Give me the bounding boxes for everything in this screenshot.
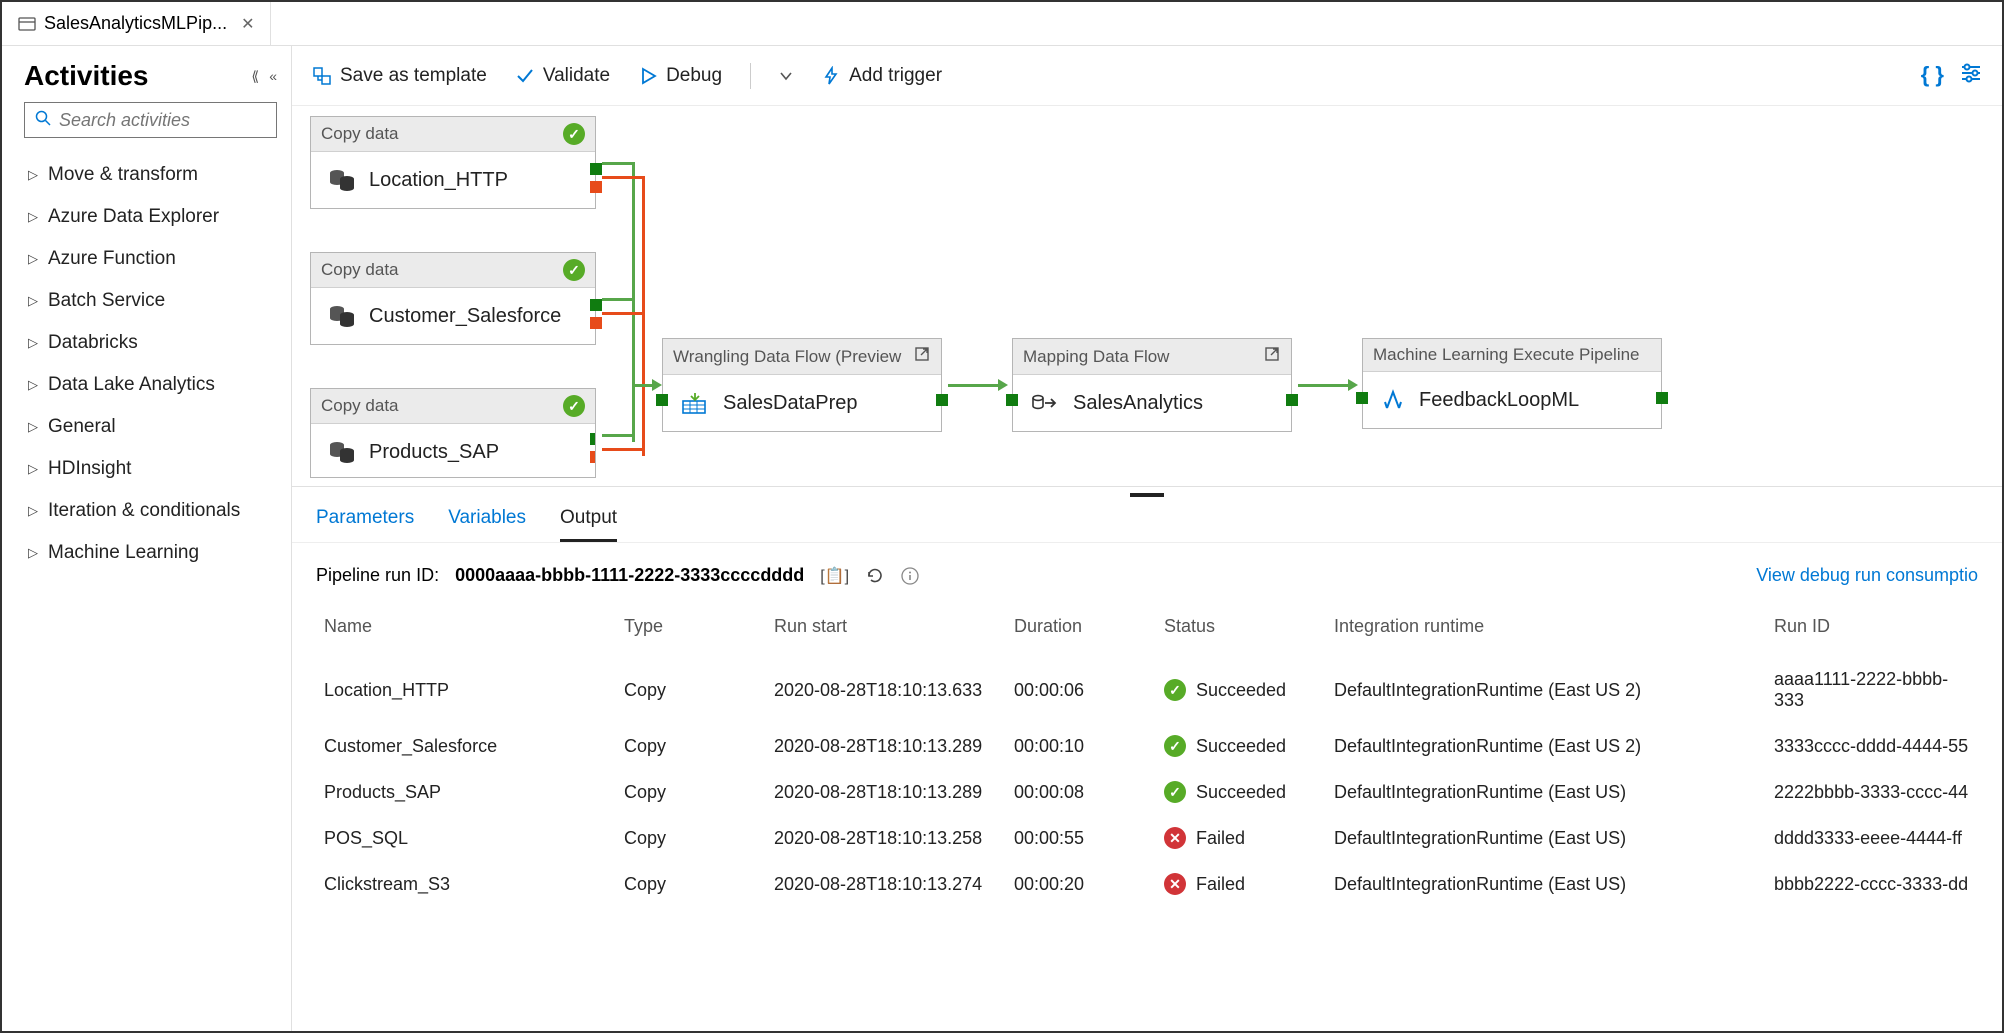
save-template-icon	[312, 66, 332, 86]
run-id-label: Pipeline run ID:	[316, 565, 439, 586]
triangle-right-icon: ▷	[28, 377, 38, 393]
th-name: Name	[316, 606, 616, 657]
code-view-icon[interactable]: { }	[1921, 62, 1944, 89]
collapse-all-icon[interactable]: ⟪	[251, 68, 259, 85]
search-input[interactable]	[59, 110, 292, 131]
triangle-right-icon: ▷	[28, 545, 38, 561]
success-icon: ✓	[563, 123, 585, 145]
refresh-icon[interactable]	[865, 566, 885, 586]
category-item[interactable]: ▷General	[24, 406, 277, 448]
th-type: Type	[616, 606, 766, 657]
open-icon[interactable]	[1263, 345, 1281, 368]
triangle-right-icon: ▷	[28, 335, 38, 351]
debug-button[interactable]: Debug	[638, 65, 722, 87]
category-item[interactable]: ▷Data Lake Analytics	[24, 364, 277, 406]
copy-id-icon[interactable]: [📋]	[820, 566, 849, 586]
triangle-right-icon: ▷	[28, 461, 38, 477]
node-products-sap[interactable]: Copy data✓ Products_SAP	[310, 388, 596, 478]
activities-title: Activities	[24, 60, 149, 92]
activities-panel: Activities ⟪ « ▷Move & transform▷Azure D…	[2, 46, 292, 1031]
success-icon: ✓	[1164, 781, 1186, 803]
output-panel: Parameters Variables Output Pipeline run…	[292, 486, 2002, 1031]
info-icon[interactable]	[901, 567, 919, 585]
th-duration: Duration	[1006, 606, 1156, 657]
tab-parameters[interactable]: Parameters	[316, 507, 414, 542]
view-consumption-link[interactable]: View debug run consumptio	[1756, 565, 1978, 586]
tab-bar: SalesAnalyticsMLPip... ✕	[2, 2, 2002, 46]
th-ir: Integration runtime	[1326, 606, 1766, 657]
node-feedbackloopml[interactable]: Machine Learning Execute Pipeline Feedba…	[1362, 338, 1662, 429]
panel-collapse-icon[interactable]: «	[269, 68, 277, 84]
checkmark-icon	[515, 66, 535, 86]
tab-output[interactable]: Output	[560, 507, 617, 542]
table-row[interactable]: Customer_SalesforceCopy2020-08-28T18:10:…	[316, 723, 1978, 769]
fail-icon: ✕	[1164, 827, 1186, 849]
fail-icon: ✕	[1164, 873, 1186, 895]
category-item[interactable]: ▷Move & transform	[24, 154, 277, 196]
triangle-right-icon: ▷	[28, 419, 38, 435]
success-icon: ✓	[1164, 679, 1186, 701]
mapping-icon	[1031, 391, 1059, 415]
add-trigger-button[interactable]: Add trigger	[821, 65, 942, 87]
database-icon	[329, 168, 355, 192]
th-status: Status	[1156, 606, 1326, 657]
node-location-http[interactable]: Copy data✓ Location_HTTP	[310, 116, 596, 209]
success-icon: ✓	[563, 259, 585, 281]
pipeline-icon	[18, 15, 36, 33]
database-icon	[329, 440, 355, 464]
dataflow-icon	[681, 391, 709, 415]
search-activities[interactable]	[24, 102, 277, 138]
category-item[interactable]: ▷HDInsight	[24, 448, 277, 490]
triangle-right-icon: ▷	[28, 251, 38, 267]
settings-icon[interactable]	[1960, 62, 1982, 89]
save-as-template-button[interactable]: Save as template	[312, 65, 487, 87]
tab-title: SalesAnalyticsMLPip...	[44, 13, 227, 34]
th-runid: Run ID	[1766, 606, 1978, 657]
th-run-start: Run start	[766, 606, 1006, 657]
trigger-icon	[821, 66, 841, 86]
triangle-right-icon: ▷	[28, 293, 38, 309]
pipeline-canvas[interactable]: Copy data✓ Location_HTTP Copy data✓ Cust…	[292, 106, 2002, 486]
table-row[interactable]: Products_SAPCopy2020-08-28T18:10:13.2890…	[316, 769, 1978, 815]
play-icon	[638, 66, 658, 86]
category-item[interactable]: ▷Azure Data Explorer	[24, 196, 277, 238]
node-salesanalytics[interactable]: Mapping Data Flow SalesAnalytics	[1012, 338, 1292, 432]
validate-button[interactable]: Validate	[515, 65, 610, 87]
database-icon	[329, 304, 355, 328]
node-customer-salesforce[interactable]: Copy data✓ Customer_Salesforce	[310, 252, 596, 345]
success-icon: ✓	[563, 395, 585, 417]
toolbar-divider	[750, 63, 751, 89]
table-row[interactable]: POS_SQLCopy2020-08-28T18:10:13.25800:00:…	[316, 815, 1978, 861]
category-item[interactable]: ▷Databricks	[24, 322, 277, 364]
search-icon	[35, 110, 51, 131]
triangle-right-icon: ▷	[28, 167, 38, 183]
debug-dropdown[interactable]	[779, 69, 793, 83]
success-icon: ✓	[1164, 735, 1186, 757]
category-item[interactable]: ▷Iteration & conditionals	[24, 490, 277, 532]
run-id-value: 0000aaaa-bbbb-1111-2222-3333ccccdddd	[455, 565, 804, 586]
category-item[interactable]: ▷Azure Function	[24, 238, 277, 280]
triangle-right-icon: ▷	[28, 503, 38, 519]
category-item[interactable]: ▷Machine Learning	[24, 532, 277, 574]
ml-icon	[1381, 388, 1405, 412]
tab-variables[interactable]: Variables	[448, 507, 526, 542]
triangle-right-icon: ▷	[28, 209, 38, 225]
panel-resize-handle[interactable]	[292, 487, 2002, 497]
table-row[interactable]: Location_HTTPCopy2020-08-28T18:10:13.633…	[316, 657, 1978, 723]
output-table: Name Type Run start Duration Status Inte…	[316, 606, 1978, 907]
table-row[interactable]: Clickstream_S3Copy2020-08-28T18:10:13.27…	[316, 861, 1978, 907]
open-icon[interactable]	[913, 345, 931, 368]
close-icon[interactable]: ✕	[241, 14, 254, 34]
node-salesdataprep[interactable]: Wrangling Data Flow (Preview SalesDataPr…	[662, 338, 942, 432]
pipeline-toolbar: Save as template Validate Debug Add trig…	[292, 46, 2002, 106]
category-item[interactable]: ▷Batch Service	[24, 280, 277, 322]
pipeline-tab[interactable]: SalesAnalyticsMLPip... ✕	[2, 2, 271, 45]
